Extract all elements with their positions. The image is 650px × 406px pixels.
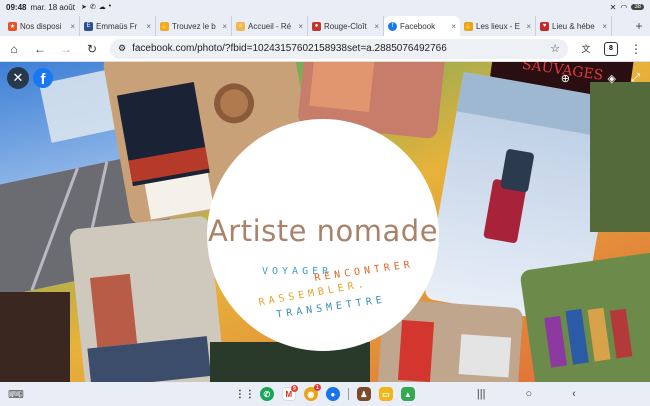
tab-4[interactable]: ● Rouge-Cloît ×: [308, 16, 384, 36]
telegram-icon: ➤: [80, 4, 87, 11]
status-bar: 09:48 mar. 18 août ➤ ✆ ☁ • ✕ ◠ 38: [0, 0, 650, 14]
site-settings-icon[interactable]: ⚙: [118, 43, 126, 54]
logo-circle: Artiste nomade: [207, 119, 439, 351]
tab-favicon-icon: ✋: [464, 21, 473, 31]
tab-label: Lieu & hébe: [552, 21, 595, 31]
tab-label: Nos disposi: [20, 21, 62, 31]
tab-label: Les lieux - E: [476, 21, 521, 31]
files-icon[interactable]: ▭: [378, 387, 393, 401]
recents-icon[interactable]: |||: [477, 388, 486, 400]
tab-count-button[interactable]: 8: [604, 41, 618, 56]
back-icon[interactable]: ←: [32, 41, 48, 57]
close-icon[interactable]: ×: [146, 22, 151, 31]
tab-favicon-icon: ♥: [540, 21, 549, 31]
zoom-icon[interactable]: ⊕: [561, 72, 570, 85]
forward-icon[interactable]: →: [58, 41, 74, 57]
app-drawer-icon[interactable]: ⋮⋮: [235, 387, 255, 401]
tab-favicon-icon: E: [84, 21, 93, 31]
messages-icon[interactable]: ●: [325, 387, 340, 401]
home-nav-icon[interactable]: ○: [525, 388, 532, 400]
close-icon[interactable]: ×: [374, 22, 379, 31]
system-icons: ✕ ◠ 38: [610, 3, 644, 12]
dot-icon: •: [108, 3, 112, 10]
tab-strip: ★ Nos disposi × E Emmaüs Fr × ✋ Trouvez …: [0, 14, 650, 36]
close-icon[interactable]: ×: [70, 22, 75, 31]
tab-label: Accueil - Ré: [248, 21, 292, 31]
date: mar. 18 août: [30, 2, 75, 12]
facebook-logo-icon[interactable]: f: [33, 68, 53, 88]
tab-favicon-icon: ⌂: [236, 21, 245, 31]
phone-icon: ✆: [89, 4, 96, 11]
address-bar[interactable]: ⚙ facebook.com/photo/?fbid=1024315760215…: [110, 38, 568, 59]
tab-favicon-icon: ✋: [160, 21, 169, 31]
badge: 9: [290, 385, 298, 392]
navigation-bar: ⌨ ⋮⋮ ✆ M9 ◉ 1 ● ♟ ▭ ▲ ||| ○ ‹: [0, 382, 650, 406]
close-icon[interactable]: ×: [526, 22, 531, 31]
tab-7[interactable]: ♥ Lieu & hébe ×: [536, 16, 612, 36]
bookmark-star-icon[interactable]: ☆: [550, 42, 560, 55]
tab-label: Emmaüs Fr: [96, 21, 138, 31]
app-dock: ⋮⋮ ✆ M9 ◉ 1 ● ♟ ▭ ▲: [235, 384, 415, 401]
url-text[interactable]: facebook.com/photo/?fbid=102431576021589…: [132, 43, 544, 54]
close-icon[interactable]: ✕: [7, 67, 29, 89]
game-app-icon[interactable]: ♟: [356, 387, 371, 401]
browser-toolbar: ⌂ ← → ↻ ⚙ facebook.com/photo/?fbid=10243…: [0, 36, 650, 62]
close-icon[interactable]: ×: [451, 22, 456, 31]
tab-favicon-icon: ●: [312, 21, 321, 31]
tab-2[interactable]: ✋ Trouvez le b ×: [156, 16, 232, 36]
close-icon[interactable]: ×: [602, 22, 607, 31]
divider: [347, 388, 349, 400]
tab-label: Facebook: [400, 21, 436, 31]
tab-0[interactable]: ★ Nos disposi ×: [4, 16, 80, 36]
tab-label: Rouge-Cloît: [324, 21, 367, 31]
menu-icon[interactable]: ⋮: [628, 41, 644, 57]
home-icon[interactable]: ⌂: [6, 41, 22, 57]
keyboard-icon[interactable]: ⌨: [8, 388, 24, 401]
wifi-icon: ◠: [620, 2, 628, 12]
photo-viewer[interactable]: SAUVAGES Artiste nomade VOYAGER. RENCONT…: [0, 62, 650, 382]
system-nav: ||| ○ ‹: [477, 388, 576, 400]
chrome-icon[interactable]: ◉ 1: [303, 384, 321, 401]
tab-label: Trouvez le b: [172, 21, 216, 31]
screen: 09:48 mar. 18 août ➤ ✆ ☁ • ✕ ◠ 38 ★ Nos …: [0, 0, 650, 406]
cloud-icon: ☁: [98, 4, 106, 11]
battery-icon: 38: [631, 4, 644, 10]
close-icon[interactable]: ×: [298, 22, 303, 31]
gmail-icon[interactable]: M9: [281, 385, 298, 401]
facebook-favicon-icon: f: [388, 21, 397, 31]
close-icon[interactable]: ×: [222, 22, 227, 31]
reload-icon[interactable]: ↻: [84, 41, 100, 57]
tab-6[interactable]: ✋ Les lieux - E ×: [460, 16, 536, 36]
tag-icon[interactable]: ◈: [608, 72, 616, 85]
phone-app-icon[interactable]: ✆: [259, 387, 274, 401]
tab-3[interactable]: ⌂ Accueil - Ré ×: [232, 16, 308, 36]
clock: 09:48: [6, 2, 27, 12]
mute-icon: ✕: [609, 2, 617, 12]
expand-icon[interactable]: ⤢: [631, 72, 640, 85]
translate-icon[interactable]: 文: [578, 41, 594, 57]
drive-icon[interactable]: ▲: [400, 387, 415, 401]
tab-favicon-icon: ★: [8, 21, 17, 31]
tab-5-active[interactable]: f Facebook ×: [384, 16, 460, 36]
new-tab-button[interactable]: +: [630, 16, 648, 36]
notification-icons: ➤ ✆ ☁ •: [81, 3, 111, 11]
tab-1[interactable]: E Emmaüs Fr ×: [80, 16, 156, 36]
logo-title: Artiste nomade: [207, 214, 439, 248]
badge: 1: [313, 384, 321, 391]
back-nav-icon[interactable]: ‹: [572, 388, 576, 400]
